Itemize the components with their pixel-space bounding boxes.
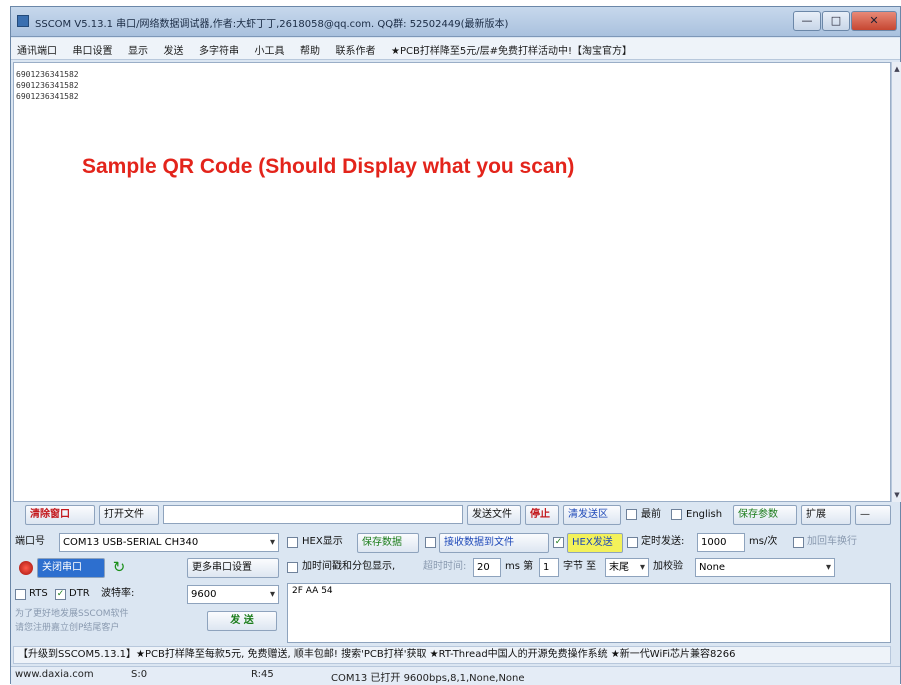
more-port-settings-button[interactable]: 更多串口设置 — [187, 558, 279, 578]
checksum-label: 加校验 — [653, 561, 683, 572]
scroll-down-icon[interactable]: ▼ — [893, 490, 901, 500]
add-crlf-label: 加回车换行 — [807, 536, 857, 547]
send-file-button[interactable]: 发送文件 — [467, 505, 521, 525]
dtr-label: DTR — [69, 588, 90, 599]
byte-input[interactable]: 1 — [539, 558, 559, 577]
checksum-select[interactable]: None — [695, 558, 835, 577]
minimize-button[interactable]: — — [793, 11, 821, 31]
baud-label: 波特率: — [101, 588, 135, 599]
hex-send-checkbox[interactable]: ✓ — [553, 537, 564, 548]
status-sent-count: S:0 — [131, 669, 148, 680]
status-port-info: COM13 已打开 9600bps,8,1,None,None — [331, 673, 525, 684]
close-button[interactable]: ✕ — [851, 11, 897, 31]
menu-port[interactable]: 通讯端口 — [11, 38, 63, 57]
clear-send-button[interactable]: 清发送区 — [563, 505, 621, 525]
ms-label: ms 第 — [505, 561, 534, 572]
open-file-button[interactable]: 打开文件 — [99, 505, 159, 525]
news-ticker[interactable]: 【升级到SSCOM5.13.1】★PCB打样降至每款5元, 免费赠送, 顺丰包邮… — [13, 646, 891, 664]
receive-area[interactable]: 6901236341582 6901236341582 690123634158… — [13, 62, 891, 502]
stop-button[interactable]: 停止 — [525, 505, 559, 525]
menu-bar: 通讯端口 串口设置 显示 发送 多字符串 小工具 帮助 联系作者 ★PCB打样降… — [11, 38, 900, 60]
overlay-caption: Sample QR Code (Should Display what you … — [82, 155, 575, 178]
receive-scrollbar[interactable]: ▲ ▼ — [891, 62, 901, 502]
rts-label: RTS — [29, 588, 48, 599]
received-line: 6901236341582 — [16, 81, 79, 90]
expand-button[interactable]: 扩展 — [801, 505, 851, 525]
hex-send-label[interactable]: HEX发送 — [567, 533, 623, 553]
clear-window-button[interactable]: 清除窗口 — [25, 505, 95, 525]
title-bar: SSCOM V5.13.1 串口/网络数据调试器,作者:大虾丁丁,2618058… — [11, 7, 900, 37]
timed-send-label: 定时发送: — [641, 536, 685, 547]
timed-send-checkbox[interactable] — [627, 537, 638, 548]
timestamp-label: 加时间戳和分包显示, — [302, 561, 396, 572]
recv-to-file-checkbox[interactable] — [425, 537, 436, 548]
timeout-label: 超时时间: — [423, 561, 467, 572]
byte-label: 字节 至 — [563, 561, 597, 572]
close-port-button[interactable]: 关闭串口 — [37, 558, 105, 578]
received-line: 6901236341582 — [16, 70, 79, 79]
timestamp-checkbox[interactable] — [287, 562, 298, 573]
always-on-top-checkbox[interactable] — [626, 509, 637, 520]
save-params-button[interactable]: 保存参数 — [733, 505, 797, 525]
english-checkbox[interactable] — [671, 509, 682, 520]
hex-display-checkbox[interactable] — [287, 537, 298, 548]
menu-multi-string[interactable]: 多字符串 — [193, 38, 245, 57]
file-path-input[interactable] — [163, 505, 463, 524]
port-status-icon — [19, 561, 33, 575]
interval-input[interactable]: 1000 — [697, 533, 745, 552]
collapse-button[interactable]: — — [855, 505, 891, 525]
interval-unit-label: ms/次 — [749, 536, 778, 547]
scroll-up-icon[interactable]: ▲ — [893, 64, 901, 74]
save-data-button[interactable]: 保存数据 — [357, 533, 419, 553]
menu-send[interactable]: 发送 — [158, 38, 190, 57]
baud-select[interactable]: 9600 — [187, 585, 279, 604]
send-button[interactable]: 发 送 — [207, 611, 277, 631]
menu-promo-link[interactable]: ★PCB打样降至5元/层#免费打样活动中!【淘宝官方】 — [385, 38, 638, 57]
port-select[interactable]: COM13 USB-SERIAL CH340 — [59, 533, 279, 552]
app-window: SSCOM V5.13.1 串口/网络数据调试器,作者:大虾丁丁,2618058… — [10, 6, 901, 685]
status-bar: www.daxia.com S:0 R:45 COM13 已打开 9600bps… — [11, 666, 900, 685]
dtr-checkbox[interactable]: ✓ — [55, 589, 66, 600]
rts-checkbox[interactable] — [15, 589, 26, 600]
menu-contact[interactable]: 联系作者 — [330, 38, 382, 57]
menu-help[interactable]: 帮助 — [294, 38, 326, 57]
recv-to-file-button[interactable]: 接收数据到文件 — [439, 533, 549, 553]
end-select[interactable]: 末尾 — [605, 558, 649, 577]
timeout-input[interactable]: 20 — [473, 558, 501, 577]
maximize-button[interactable]: □ — [822, 11, 850, 31]
port-label: 端口号 — [15, 536, 45, 547]
received-lines: 6901236341582 6901236341582 690123634158… — [16, 69, 79, 102]
send-input[interactable]: 2F AA 54 — [287, 583, 891, 643]
app-icon — [17, 15, 29, 27]
status-website[interactable]: www.daxia.com — [15, 669, 94, 680]
window-title: SSCOM V5.13.1 串口/网络数据调试器,作者:大虾丁丁,2618058… — [35, 19, 509, 30]
menu-display[interactable]: 显示 — [122, 38, 154, 57]
add-crlf-checkbox[interactable] — [793, 537, 804, 548]
menu-tools[interactable]: 小工具 — [249, 38, 291, 57]
promo-line-2: 请您注册嘉立创P结尾客户 — [15, 623, 120, 633]
status-received-count: R:45 — [251, 669, 274, 680]
refresh-icon[interactable]: ↻ — [111, 559, 127, 575]
english-label: English — [686, 509, 723, 520]
always-on-top-label: 最前 — [641, 509, 661, 520]
received-line: 6901236341582 — [16, 92, 79, 101]
menu-port-settings[interactable]: 串口设置 — [67, 38, 119, 57]
hex-display-label: HEX显示 — [302, 536, 343, 547]
